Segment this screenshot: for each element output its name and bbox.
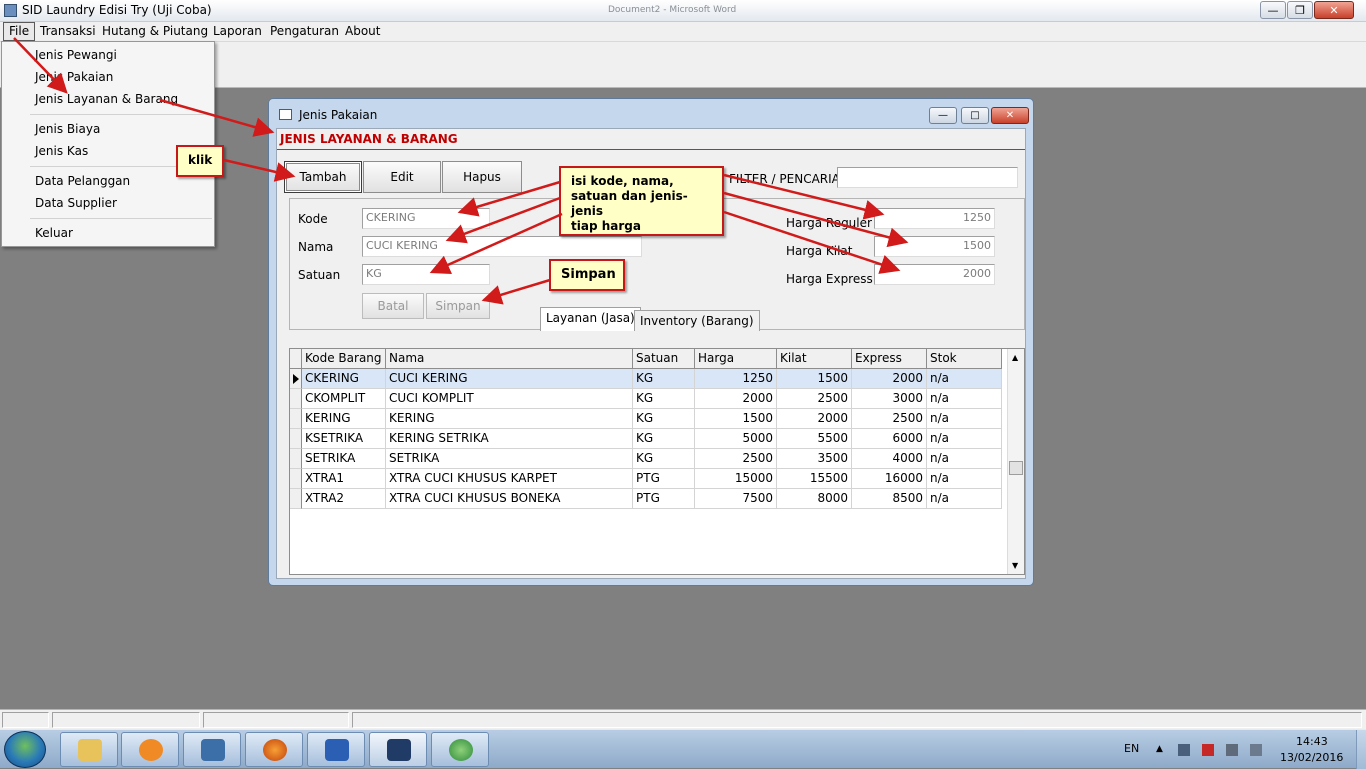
arrow [223,158,296,182]
arrow [457,180,561,217]
status-panel [2,712,49,728]
arrow [159,98,275,137]
status-panel [352,712,1362,728]
taskbar: EN ▲ 14:43 13/02/2016 [0,729,1366,769]
taskbar-word[interactable] [307,732,365,767]
usb-icon[interactable] [1226,744,1238,756]
volume-icon[interactable] [1178,744,1190,756]
taskbar-explorer[interactable] [60,732,118,767]
arrow [723,210,901,274]
arrow [723,173,885,220]
tray-expand-icon[interactable]: ▲ [1156,744,1168,756]
taskbar-media-player[interactable] [121,732,179,767]
taskbar-firefox[interactable] [245,732,303,767]
word-icon [325,739,349,761]
firefox-icon [263,739,287,761]
arrow [723,191,909,248]
status-bar [0,709,1366,729]
arrow [481,278,551,305]
taskbar-app-green[interactable] [431,732,489,767]
taskbar-app[interactable] [183,732,241,767]
annotation-arrows [13,37,909,305]
arrow [13,37,68,94]
app-green-icon [449,739,473,761]
clock-date[interactable]: 13/02/2016 [1280,751,1343,764]
signal-icon[interactable] [1250,744,1262,756]
tray-language[interactable]: EN [1124,742,1139,755]
network-icon[interactable] [1202,744,1214,756]
arrow [445,196,561,244]
folder-icon [78,739,102,761]
taskbar-sid-laundry[interactable] [369,732,427,767]
start-button[interactable] [4,731,46,768]
computer-icon [387,739,411,761]
app-icon [201,739,225,761]
status-panel [203,712,349,728]
show-desktop-button[interactable] [1356,730,1366,769]
clock-time[interactable]: 14:43 [1296,735,1328,748]
media-player-icon [139,739,163,761]
status-panel [52,712,200,728]
